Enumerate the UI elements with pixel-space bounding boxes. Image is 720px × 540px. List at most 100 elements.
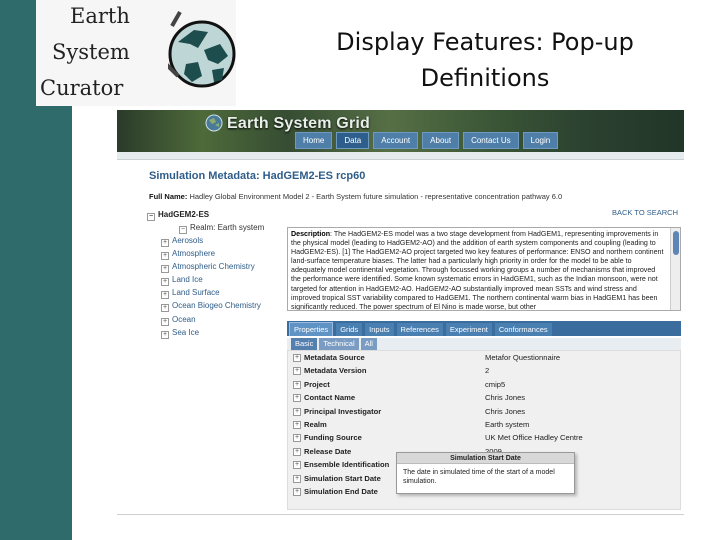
- property-value: 2: [485, 366, 490, 376]
- expand-icon[interactable]: +: [293, 461, 301, 470]
- tab-conformances[interactable]: Conformances: [494, 323, 552, 336]
- tab-properties[interactable]: Properties: [289, 322, 334, 336]
- subtab-all[interactable]: All: [360, 338, 377, 350]
- expand-icon[interactable]: +: [161, 304, 169, 313]
- collapse-icon[interactable]: −: [179, 226, 187, 234]
- expand-icon[interactable]: +: [161, 330, 169, 339]
- expand-icon[interactable]: +: [293, 434, 301, 443]
- nav-data[interactable]: Data: [336, 132, 370, 149]
- portal-nav: Home Data Account About Contact Us Login: [295, 132, 562, 149]
- nav-account[interactable]: Account: [373, 132, 419, 149]
- expand-icon[interactable]: +: [293, 420, 301, 429]
- property-value: cmip5: [485, 379, 506, 389]
- tree-item-atmosphere[interactable]: + Atmosphere: [147, 249, 282, 262]
- description-box: Description: The HadGEM2-ES model was a …: [287, 227, 681, 311]
- popup-title: Simulation Start Date: [397, 453, 574, 464]
- property-value: Chris Jones: [485, 393, 526, 403]
- tree-item-aerosols[interactable]: + Aerosols: [147, 236, 282, 249]
- property-name: Release Date: [304, 446, 352, 456]
- earth-globe-icon: [205, 114, 223, 132]
- expand-icon[interactable]: +: [293, 487, 301, 496]
- table-row[interactable]: + Metadata Version 2: [288, 364, 680, 377]
- property-name: Simulation Start Date: [304, 473, 381, 483]
- popup-text: The date in simulated time of the start …: [403, 469, 555, 485]
- description-text: Description: The HadGEM2-ES model was a …: [291, 230, 667, 311]
- tab-grids[interactable]: Grids: [336, 323, 363, 336]
- tree-root[interactable]: − HadGEM2-ES: [147, 210, 282, 223]
- expand-icon[interactable]: +: [161, 265, 169, 274]
- earth-system-curator-logo: Earth System Curator: [36, 0, 236, 106]
- expand-icon[interactable]: +: [161, 239, 169, 247]
- property-value: Earth system: [485, 419, 530, 429]
- definition-popup: Simulation Start Date The date in simula…: [396, 452, 575, 494]
- scrollbar-thumb[interactable]: [673, 231, 679, 255]
- nav-login[interactable]: Login: [522, 132, 559, 149]
- table-row[interactable]: + Principal Investigator Chris Jones: [288, 405, 680, 418]
- logo-line-2: System: [52, 40, 130, 64]
- logo-line-3: Curator: [40, 76, 124, 100]
- nav-about[interactable]: About: [422, 132, 460, 149]
- expand-icon[interactable]: +: [293, 394, 301, 403]
- logo-line-1: Earth: [70, 4, 130, 28]
- property-name: Contact Name: [304, 393, 356, 403]
- subtab-basic[interactable]: Basic: [291, 338, 318, 350]
- description-scrollbar[interactable]: [670, 228, 680, 310]
- tree-item-ocean[interactable]: + Ocean: [147, 315, 282, 328]
- collapse-icon[interactable]: −: [147, 213, 155, 221]
- property-value: UK Met Office Hadley Centre: [485, 433, 583, 443]
- tab-experiment[interactable]: Experiment: [445, 323, 492, 336]
- expand-icon[interactable]: +: [293, 474, 301, 483]
- table-row[interactable]: + Realm Earth system: [288, 418, 680, 431]
- portal-screenshot: Earth System Grid Home Data Account Abou…: [117, 110, 684, 515]
- property-subtabs: Basic Technical All: [287, 338, 681, 350]
- tree-item-sea-ice[interactable]: + Sea Ice: [147, 328, 282, 341]
- full-name: Full Name: Hadley Global Environment Mod…: [149, 192, 562, 201]
- slide-title: Display Features: Pop-up Definitions: [300, 24, 670, 96]
- property-name: Principal Investigator: [304, 406, 382, 416]
- property-name: Project: [304, 379, 330, 389]
- expand-icon[interactable]: +: [161, 278, 169, 287]
- expand-icon[interactable]: +: [293, 380, 301, 389]
- nav-home[interactable]: Home: [295, 132, 333, 149]
- expand-icon[interactable]: +: [293, 367, 301, 376]
- portal-title: Earth System Grid: [227, 115, 371, 132]
- tree-realm[interactable]: − Realm: Earth system: [147, 223, 282, 236]
- tree-item-ocean-biogeo-chemistry[interactable]: + Ocean Biogeo Chemistry: [147, 301, 282, 314]
- tree-item-land-surface[interactable]: + Land Surface: [147, 288, 282, 301]
- expand-icon[interactable]: +: [161, 291, 169, 300]
- table-row[interactable]: + Metadata Source Metafor Questionnaire: [288, 351, 680, 364]
- nav-contact-us[interactable]: Contact Us: [463, 132, 519, 149]
- property-name: Ensemble Identification: [304, 460, 390, 470]
- full-name-value: Hadley Global Environment Model 2 - Eart…: [189, 192, 563, 201]
- expand-icon[interactable]: +: [161, 252, 169, 261]
- table-row[interactable]: + Funding Source UK Met Office Hadley Cent…: [288, 431, 680, 444]
- description-body: : The HadGEM2-ES model was a two stage d…: [291, 230, 664, 311]
- banner-divider: [117, 152, 684, 160]
- expand-icon[interactable]: +: [293, 407, 301, 416]
- property-name: Metadata Source: [304, 353, 365, 362]
- globe-icon: [168, 11, 236, 88]
- slide-title-line-1: Display Features: Pop-up: [336, 28, 634, 56]
- tree-item-land-ice[interactable]: + Land Ice: [147, 275, 282, 288]
- tab-references[interactable]: References: [396, 323, 443, 336]
- back-to-search-link[interactable]: BACK TO SEARCH: [612, 208, 678, 217]
- expand-icon[interactable]: +: [293, 354, 301, 362]
- portal-banner: Earth System Grid Home Data Account Abou…: [117, 110, 684, 152]
- simulation-title: Simulation Metadata: HadGEM2-ES rcp60: [149, 170, 366, 182]
- property-value: Metafor Questionnaire: [485, 353, 561, 362]
- expand-icon[interactable]: +: [161, 317, 169, 326]
- table-row[interactable]: + Project cmip5: [288, 378, 680, 391]
- description-label: Description: [291, 230, 331, 238]
- property-name: Metadata Version: [304, 366, 367, 376]
- slide: Earth System Curator Display Features: P…: [0, 0, 720, 540]
- tab-inputs[interactable]: Inputs: [365, 323, 394, 336]
- expand-icon[interactable]: +: [293, 447, 301, 456]
- full-name-label: Full Name:: [149, 192, 188, 201]
- subtab-technical[interactable]: Technical: [319, 338, 359, 350]
- property-name: Realm: [304, 419, 327, 429]
- table-row[interactable]: + Contact Name Chris Jones: [288, 391, 680, 404]
- tree-item-atmospheric-chemistry[interactable]: + Atmospheric Chemistry: [147, 262, 282, 275]
- property-name: Funding Source: [304, 433, 362, 443]
- slide-title-line-2: Definitions: [420, 64, 550, 92]
- property-value: Chris Jones: [485, 406, 526, 416]
